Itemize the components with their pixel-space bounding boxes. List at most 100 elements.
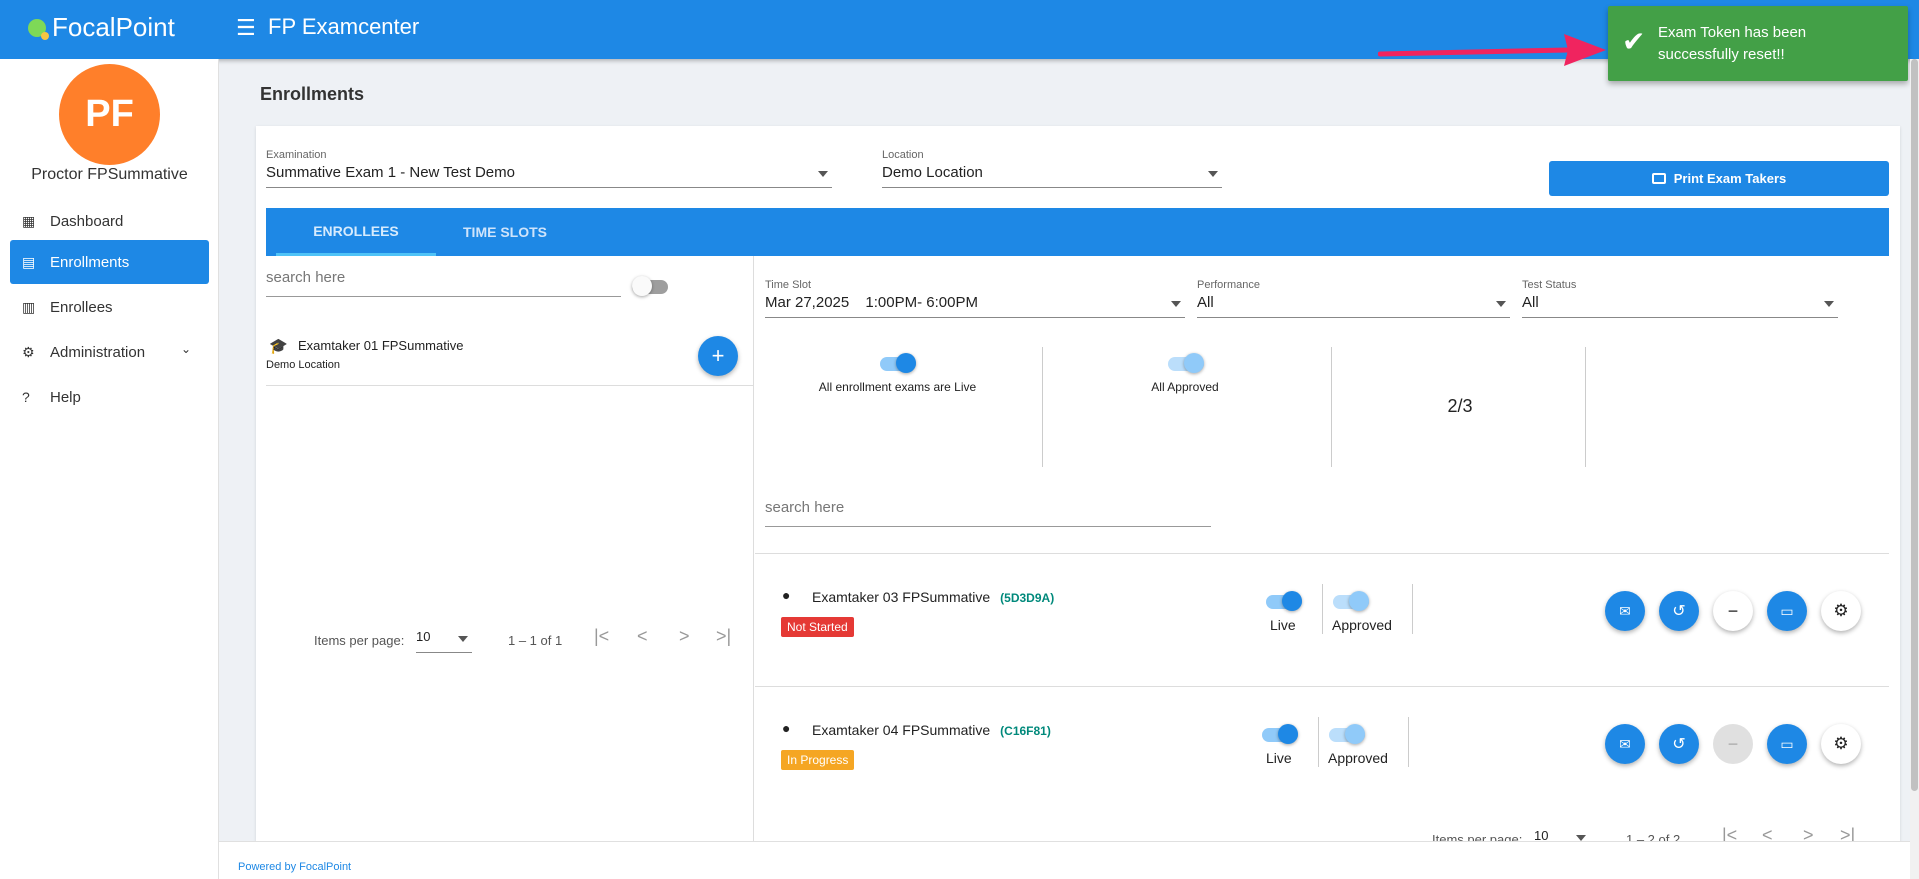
tab-enrollees[interactable]: ENROLLEES	[276, 208, 436, 256]
toggle-knob	[896, 353, 916, 373]
minus-icon: −	[1727, 600, 1739, 621]
sidebar-item-enrollments[interactable]: ▤ Enrollments	[10, 240, 209, 284]
print-exam-takers-button[interactable]: Print Exam Takers	[1549, 161, 1889, 196]
footer: Powered by FocalPoint	[219, 841, 1919, 879]
all-approved-toggle[interactable]	[1168, 353, 1204, 373]
time-slot-date: Mar 27,2025	[765, 294, 850, 311]
status-badge: Not Started	[781, 617, 854, 637]
approved-toggle[interactable]	[1329, 724, 1365, 744]
chat-icon: ✉	[1619, 602, 1631, 619]
person-icon: ●	[782, 720, 791, 736]
live-toggle[interactable]	[1262, 724, 1298, 744]
test-status-select[interactable]: All	[1522, 294, 1838, 318]
sidebar-item-dashboard[interactable]: ▦ Dashboard	[10, 199, 209, 243]
settings-button[interactable]: ⚙	[1821, 591, 1861, 631]
dropdown-arrow-icon	[1824, 301, 1834, 307]
app-logo[interactable]: FocalPoint	[28, 12, 175, 43]
sidebar-item-help[interactable]: ? Help	[10, 375, 209, 419]
enrollment-count: 2/3	[1447, 396, 1473, 416]
performance-select[interactable]: All	[1197, 294, 1510, 318]
next-page-icon[interactable]: >	[679, 626, 690, 647]
test-status-label: Test Status	[1522, 279, 1577, 291]
last-page-icon[interactable]: >|	[716, 626, 731, 647]
monitor-button[interactable]: ▭	[1767, 591, 1807, 631]
graduation-cap-icon: 🎓	[269, 338, 288, 355]
tab-time-slots[interactable]: TIME SLOTS	[425, 208, 585, 256]
remove-button-disabled[interactable]: −	[1713, 724, 1753, 764]
avatar[interactable]: PF	[59, 64, 160, 165]
message-button[interactable]: ✉	[1605, 724, 1645, 764]
live-toggle[interactable]	[1266, 591, 1302, 611]
enrollee-search-input[interactable]: search here	[266, 269, 621, 297]
scrollbar[interactable]	[1910, 59, 1919, 879]
tab-bar: ENROLLEES TIME SLOTS	[266, 208, 1889, 256]
status-badge: In Progress	[781, 750, 855, 770]
all-approved-label: All Approved	[1151, 380, 1219, 394]
approved-toggle[interactable]	[1333, 591, 1369, 611]
location-label: Location	[882, 149, 924, 161]
bar-chart-icon: ▥	[22, 298, 36, 315]
examtaker-search-input[interactable]: search here	[765, 499, 1211, 527]
dashboard-icon: ▦	[22, 212, 36, 229]
items-per-page-label: Items per page:	[314, 633, 405, 648]
logo-text: FocalPoint	[52, 12, 175, 42]
performance-value: All	[1197, 294, 1214, 311]
first-page-icon[interactable]: |<	[594, 626, 609, 647]
enrollee-name: Examtaker 01 FPSummative	[298, 338, 464, 353]
all-live-label: All enrollment exams are Live	[818, 380, 977, 394]
add-enrollee-button[interactable]: +	[698, 336, 738, 376]
page-title: Enrollments	[260, 84, 365, 104]
sidebar-item-administration[interactable]: ⚙ Administration ⌄	[10, 330, 209, 374]
examination-select[interactable]: Summative Exam 1 - New Test Demo	[266, 164, 832, 188]
message-button[interactable]: ✉	[1605, 591, 1645, 631]
live-label: Live	[1270, 617, 1296, 633]
stat-divider	[1042, 347, 1043, 467]
time-slot-select[interactable]: Mar 27,2025 1:00PM- 6:00PM	[765, 294, 1185, 318]
plus-icon: +	[711, 343, 725, 368]
print-button-label: Print Exam Takers	[1673, 171, 1787, 186]
examtaker-name: Examtaker 03 FPSummative	[812, 589, 991, 605]
toggle-knob	[1349, 591, 1369, 611]
left-paginator: Items per page:	[314, 633, 404, 648]
all-live-toggle[interactable]	[880, 353, 916, 373]
sidebar-item-label: Enrollments	[50, 253, 130, 271]
settings-button[interactable]: ⚙	[1821, 724, 1861, 764]
examtaker-name: Examtaker 04 FPSummative	[812, 722, 991, 738]
history-icon: ↺	[1672, 736, 1686, 753]
logo-mark-icon	[28, 18, 49, 40]
reset-token-button[interactable]: ↺	[1659, 591, 1699, 631]
previous-page-icon[interactable]: <	[637, 626, 648, 647]
row-divider	[755, 686, 1889, 687]
help-icon: ?	[22, 389, 30, 405]
sidebar-item-label: Enrollees	[50, 298, 113, 316]
reset-token-button[interactable]: ↺	[1659, 724, 1699, 764]
powered-by-link[interactable]: Powered by FocalPoint	[238, 861, 351, 873]
menu-icon[interactable]: ☰	[236, 17, 256, 39]
printer-icon	[1651, 173, 1666, 184]
history-icon: ↺	[1672, 603, 1686, 620]
monitor-button[interactable]: ▭	[1767, 724, 1807, 764]
sidebar-item-enrollees[interactable]: ▥ Enrollees	[10, 285, 209, 329]
toggle-knob	[632, 276, 652, 296]
scrollbar-thumb[interactable]	[1911, 59, 1918, 791]
laptop-icon: ▭	[1780, 602, 1794, 619]
user-name: Proctor FPSummative	[31, 166, 188, 183]
check-icon: ✔	[1622, 26, 1646, 57]
stat-divider	[1331, 347, 1332, 467]
annotation-arrow-icon	[1378, 34, 1606, 66]
filter-toggle[interactable]	[632, 276, 668, 296]
examination-value: Summative Exam 1 - New Test Demo	[266, 164, 515, 181]
left-page-range: 1 – 1 of 1	[508, 633, 563, 648]
success-toast[interactable]: ✔ Exam Token has been successfully reset…	[1608, 6, 1908, 81]
dropdown-arrow-icon	[1171, 301, 1181, 307]
remove-button[interactable]: −	[1713, 591, 1753, 631]
location-select[interactable]: Demo Location	[882, 164, 1222, 188]
left-page-size-select[interactable]: 10	[416, 629, 472, 653]
test-status-value: All	[1522, 294, 1539, 311]
time-slot-time: 1:00PM- 6:00PM	[865, 294, 978, 311]
search-placeholder: search here	[266, 269, 346, 286]
live-label: Live	[1266, 750, 1292, 766]
gear-icon: ⚙	[22, 343, 35, 360]
toggle-divider	[1408, 717, 1409, 767]
toast-message: Exam Token has been successfully reset!!	[1658, 24, 1807, 63]
